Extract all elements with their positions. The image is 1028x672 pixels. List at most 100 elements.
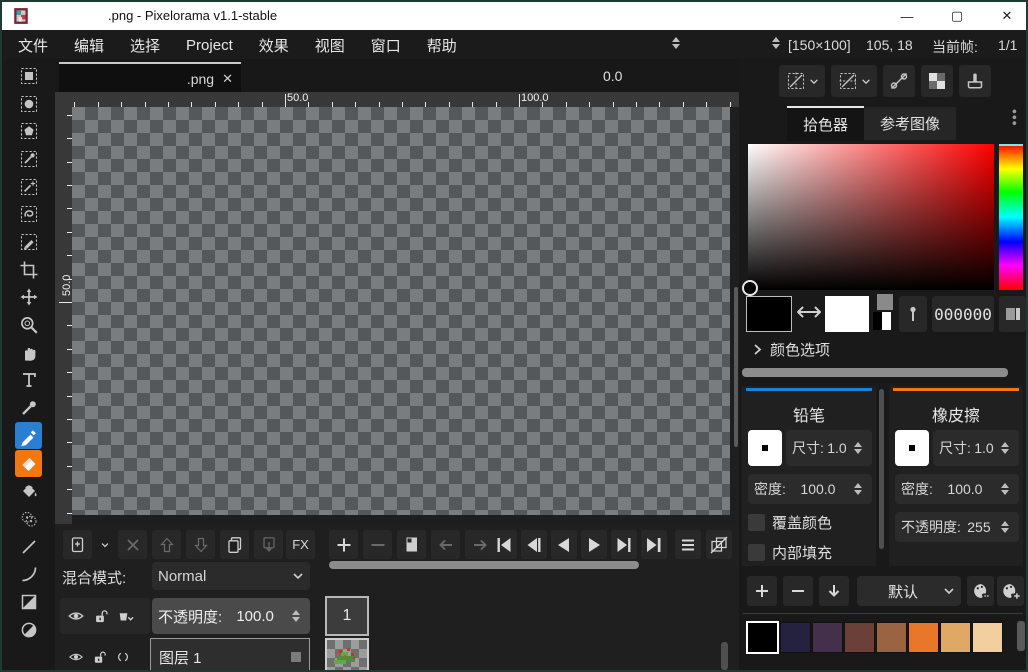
palette-edit-button[interactable] [967,576,994,606]
palette-add-color-button[interactable] [747,576,777,606]
maximize-button[interactable]: ▢ [942,4,972,28]
tool-polygon-select[interactable] [15,118,42,145]
tab-reference-images[interactable]: 参考图像 [864,107,956,140]
tool-text[interactable] [15,367,42,394]
fill-inside-checkbox[interactable] [748,544,765,561]
tool-pencil[interactable] [15,422,42,449]
button-duplicate-layer[interactable] [220,530,249,559]
tool-color-select[interactable] [15,145,42,172]
pencil-size-stepper[interactable] [854,442,862,454]
eraser-size-stepper[interactable] [1001,442,1009,454]
tool-paint-select[interactable] [15,228,42,255]
eye-icon[interactable] [66,648,86,666]
tool-rectangle-select[interactable] [15,62,42,89]
canvas-viewport[interactable] [72,107,739,524]
tool-magic-wand[interactable] [15,173,42,200]
eraser-density-spinner[interactable]: 密度: 100.0 [895,474,1019,504]
default-colors-button[interactable] [873,294,895,334]
cel-thumbnail[interactable] [325,638,369,672]
button-merge-down[interactable] [254,530,283,559]
tool-move[interactable] [15,284,42,311]
kebab-menu-icon[interactable]: ••• [1007,109,1023,127]
tool-zoom-tool[interactable] [15,312,42,339]
button-pixel-perfect[interactable] [883,65,915,97]
pencil-panel-scrollbar[interactable] [879,389,884,549]
rotation-stepper[interactable] [672,37,680,49]
button-play[interactable] [581,530,607,559]
button-onion-skinning[interactable] [706,530,732,559]
zoom-stepper[interactable] [772,37,780,49]
button-delete-layer[interactable] [118,530,147,559]
timeline-vertical-scrollbar[interactable] [721,642,728,670]
tool-line[interactable] [15,533,42,560]
palette-swatch-2[interactable] [780,622,811,653]
hue-cursor[interactable] [999,144,1023,146]
overwrite-color-checkbox[interactable] [748,514,765,531]
canvas-vertical-scrollbar[interactable] [734,287,738,447]
canvas-tab[interactable]: .png ✕ [59,62,241,94]
eraser-opacity-spinner[interactable]: 不透明度: 255 [895,512,1019,542]
tool-curve[interactable] [15,561,42,588]
blend-mode-dropdown[interactable]: Normal [152,562,310,590]
tool-lasso[interactable] [15,201,42,228]
button-symmetry-x[interactable] [779,65,825,97]
eraser-size-spinner[interactable]: 尺寸: 1.0 [933,430,1019,466]
layer-opacity-stepper[interactable] [292,610,300,622]
eraser-density-stepper[interactable] [1001,483,1009,495]
pencil-density-spinner[interactable]: 密度: 100.0 [748,474,872,504]
eye-icon[interactable] [66,606,86,626]
fill-inside-option[interactable]: 内部填充 [748,542,832,563]
palette-swatch-3[interactable] [812,622,843,653]
menu-item-7[interactable]: 窗口 [358,30,414,61]
button-stamp[interactable] [959,65,991,97]
hex-color-input[interactable]: 000000 [932,296,994,332]
palette-swatch-1[interactable] [746,621,779,654]
layer-fx-button[interactable]: FX [286,530,315,559]
button-transparency-checker[interactable] [921,65,953,97]
palette-select-dropdown[interactable]: 默认 [857,576,961,606]
button-move-frame-right[interactable] [465,530,494,559]
screen-color-picker-button[interactable] [899,296,927,332]
palette-remove-color-button[interactable] [783,576,813,606]
palette-swatch-8[interactable] [972,622,1003,653]
color-panel-scrollbar[interactable] [742,368,1008,377]
button-last-frame[interactable] [641,530,667,559]
palette-swatch-5[interactable] [876,622,907,653]
button-first-frame[interactable] [491,530,517,559]
tool-ellipse[interactable] [15,616,42,643]
overwrite-color-option[interactable]: 覆盖颜色 [748,512,832,533]
menu-item-1[interactable]: 文件 [5,30,61,61]
eraser-brush-button[interactable] [895,430,929,466]
tool-bucket[interactable] [15,478,42,505]
button-add-frame[interactable] [329,530,358,559]
right-color-swatch[interactable] [825,296,869,332]
tab-color-picker[interactable]: 拾色器 [787,106,864,141]
button-add-layer[interactable] [63,530,92,559]
button-timeline-settings[interactable] [675,530,701,559]
tool-rectangle[interactable] [15,588,42,615]
tool-pan[interactable] [15,339,42,366]
menu-item-8[interactable]: 帮助 [414,30,470,61]
timeline-horizontal-scrollbar[interactable] [329,561,639,569]
minimize-button[interactable]: — [892,4,922,28]
pencil-brush-button[interactable] [748,430,782,466]
pencil-size-spinner[interactable]: 尺寸: 1.0 [786,430,872,466]
palette-swatch-4[interactable] [844,622,875,653]
palette-swatch-6[interactable] [908,622,939,653]
cel-options-icon[interactable] [116,606,136,626]
palette-swatch-7[interactable] [940,622,971,653]
palette-scrollbar[interactable] [1017,621,1025,651]
menu-item-4[interactable]: Project [173,30,246,61]
swap-colors-icon[interactable] [797,304,821,320]
eraser-opacity-stepper[interactable] [1001,521,1009,533]
pencil-density-stepper[interactable] [854,483,862,495]
left-color-swatch[interactable] [746,296,792,332]
button-previous-frame[interactable] [521,530,547,559]
sv-cursor[interactable] [742,280,758,296]
menu-item-5[interactable]: 效果 [246,30,302,61]
tool-color-picker[interactable] [15,395,42,422]
lock-icon[interactable] [92,606,110,626]
button-move-frame-left[interactable] [431,530,460,559]
button-play-backwards[interactable] [551,530,577,559]
button-move-layer-down[interactable] [186,530,215,559]
